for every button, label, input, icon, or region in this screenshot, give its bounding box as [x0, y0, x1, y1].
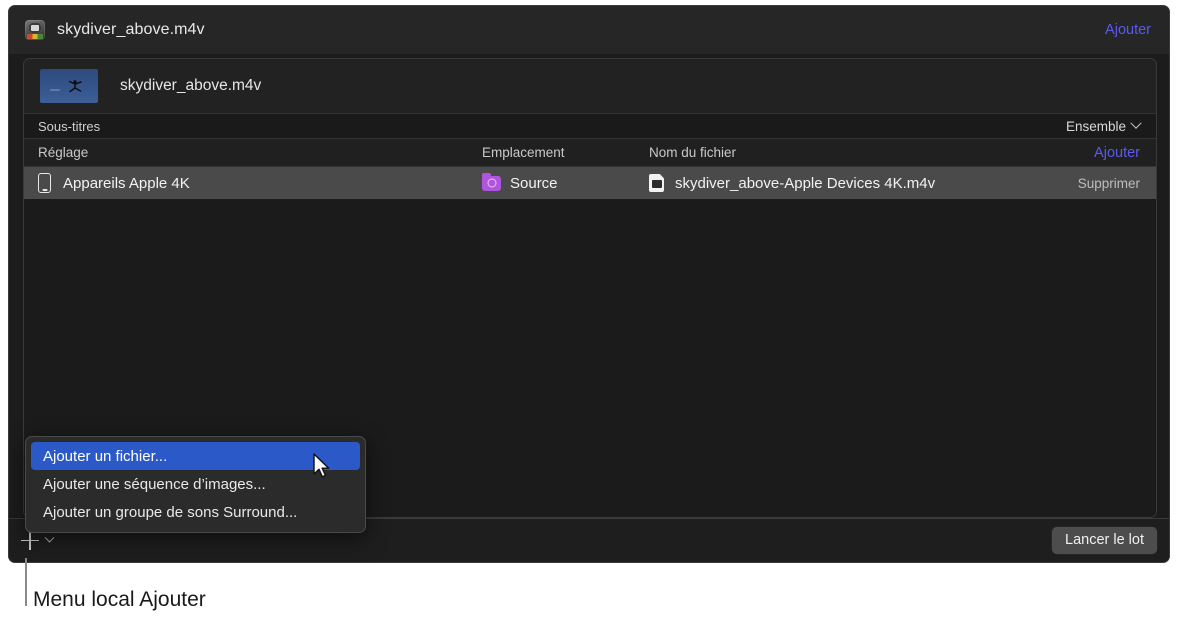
column-header-location: Emplacement	[482, 145, 565, 160]
batch-title-bar: skydiver_above.m4v Ajouter	[9, 6, 1170, 54]
menu-item-add-surround-sound-group[interactable]: Ajouter un groupe de sons Surround...	[31, 498, 360, 526]
output-filename-cell[interactable]: skydiver_above-Apple Devices 4K.m4v	[649, 174, 935, 192]
source-media-row[interactable]: skydiver_above.m4v	[24, 59, 1156, 113]
output-setting-label: Appareils Apple 4K	[63, 175, 190, 192]
subtitles-mode-label: Ensemble	[1066, 119, 1126, 134]
menu-item-add-image-sequence[interactable]: Ajouter une séquence d’images...	[31, 470, 360, 498]
callout-label: Menu local Ajouter	[33, 588, 206, 612]
subtitles-strip: Sous-titres Ensemble	[24, 113, 1156, 139]
batch-add-link[interactable]: Ajouter	[1105, 22, 1151, 38]
output-location-cell[interactable]: Source	[482, 175, 558, 192]
chevron-down-icon	[1130, 118, 1141, 129]
source-media-name: skydiver_above.m4v	[120, 77, 261, 95]
subtitles-label: Sous-titres	[38, 119, 100, 134]
output-setting-cell: Appareils Apple 4K	[38, 173, 190, 193]
output-filename-label: skydiver_above-Apple Devices 4K.m4v	[675, 175, 935, 192]
run-batch-button[interactable]: Lancer le lot	[1052, 527, 1157, 554]
outputs-column-header: Réglage Emplacement Nom du fichier Ajout…	[24, 139, 1156, 167]
add-popup-menu-button[interactable]	[21, 532, 53, 550]
compressor-window: skydiver_above.m4v Ajouter	[8, 5, 1170, 563]
output-location-label: Source	[510, 175, 558, 192]
outputs-add-link[interactable]: Ajouter	[1094, 145, 1140, 161]
menu-item-add-file[interactable]: Ajouter un fichier...	[31, 442, 360, 470]
screenshot-root: skydiver_above.m4v Ajouter	[0, 0, 1178, 630]
column-header-filename: Nom du fichier	[649, 145, 736, 160]
subtitles-mode-popup[interactable]: Ensemble	[1066, 119, 1140, 134]
add-popup-menu[interactable]: Ajouter un fichier... Ajouter une séquen…	[25, 436, 366, 533]
skydiver-thumbnail	[40, 69, 98, 103]
compressor-app-icon	[25, 20, 45, 40]
batch-title: skydiver_above.m4v	[57, 21, 205, 39]
skydiver-figure-icon	[66, 79, 84, 93]
callout-leader-line	[25, 558, 27, 606]
plus-icon	[21, 532, 39, 550]
phone-icon	[38, 173, 51, 193]
folder-icon	[482, 176, 501, 191]
thumbnail-cloud	[50, 89, 60, 91]
document-icon	[649, 174, 664, 192]
column-header-setting: Réglage	[38, 145, 88, 160]
chevron-down-icon	[45, 533, 55, 543]
table-row[interactable]: Appareils Apple 4K Source skydiver_above…	[24, 167, 1156, 199]
output-delete-link[interactable]: Supprimer	[1078, 176, 1140, 191]
